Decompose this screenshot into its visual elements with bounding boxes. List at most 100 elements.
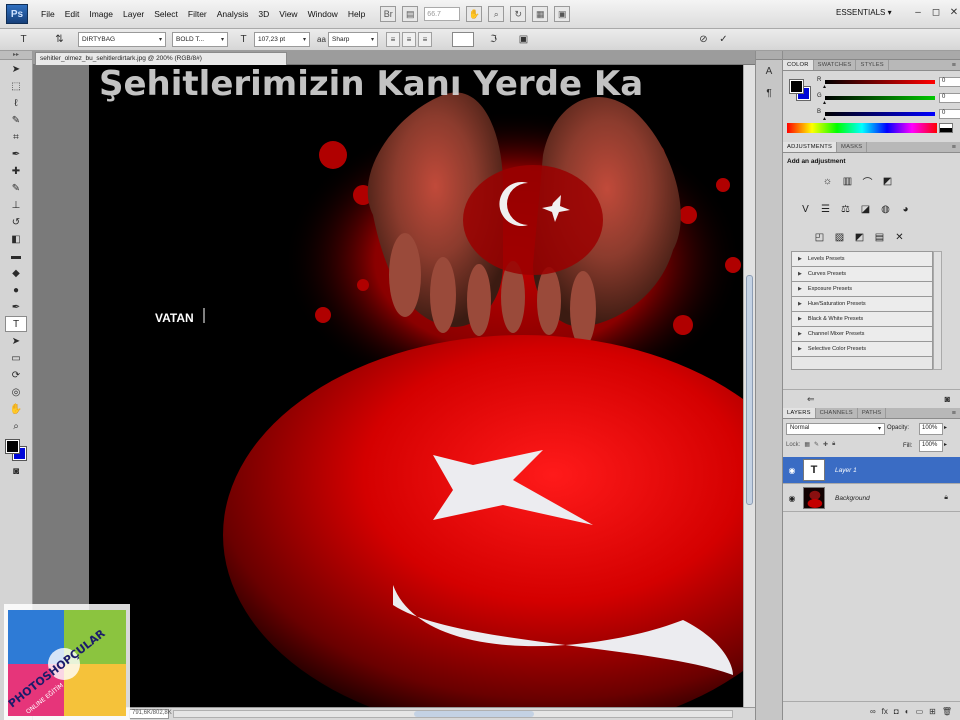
align-right-button[interactable]: ≡ [418,32,432,47]
foreground-color-swatch[interactable] [5,439,20,454]
list-item[interactable]: ▶ Selective Color Presets [792,342,932,357]
eyedropper-tool-icon[interactable]: ✒ [5,146,27,162]
menu-select[interactable]: Select [149,0,183,29]
opacity-slider-icon[interactable]: ▸ [944,424,947,431]
horizontal-scroll-thumb[interactable] [414,711,534,717]
green-value-field[interactable]: 0 [939,93,960,103]
menu-window[interactable]: Window [303,0,343,29]
list-item[interactable]: ▶ Black & White Presets [792,312,932,327]
strip-header[interactable] [756,51,782,60]
menu-3d[interactable]: 3D [253,0,274,29]
selective-color-icon[interactable]: ✕ [891,229,908,245]
link-layers-icon[interactable]: ∞ [870,707,876,716]
pen-tool-icon[interactable]: ✒ [5,299,27,315]
eraser-tool-icon[interactable]: ◧ [5,231,27,247]
panel-menu-icon[interactable]: ≡ [948,142,960,152]
dodge-tool-icon[interactable]: ● [5,282,27,298]
visibility-eye-icon[interactable]: ◉ [783,494,801,503]
brush-tool-icon[interactable]: ✎ [5,180,27,196]
hue-saturation-icon[interactable]: ☰ [817,201,834,217]
lock-image-icon[interactable]: ✎ [814,441,819,448]
panel-menu-icon[interactable]: ≡ [948,408,960,418]
lock-transparent-icon[interactable]: ▦ [804,441,810,448]
levels-icon[interactable]: ▥ [839,173,856,189]
minimize-icon[interactable]: – [912,7,924,18]
black-white-icon[interactable]: ◪ [857,201,874,217]
blue-slider[interactable]: B ▴ 0 [817,109,960,122]
tab-paths[interactable]: PATHS [858,408,887,418]
move-tool-icon[interactable]: ➤ [5,61,27,77]
document-tab[interactable]: sehitler_olmez_bu_sehitlerdirtark.jpg @ … [35,52,287,65]
menu-layer[interactable]: Layer [118,0,149,29]
tab-layers[interactable]: LAYERS [783,408,816,418]
red-knob-icon[interactable]: ▴ [823,83,826,90]
cancel-edits-button[interactable]: ⊘ [696,32,711,47]
green-knob-icon[interactable]: ▴ [823,99,826,106]
tab-channels[interactable]: CHANNELS [816,408,858,418]
3d-rotate-tool-icon[interactable]: ⟳ [5,367,27,383]
document-canvas[interactable]: Şehitlerimizin Kanı Yerde Ka VATAN [33,65,743,707]
list-item[interactable]: ▶ Hue/Saturation Presets [792,297,932,312]
layer-row-layer-1[interactable]: ◉ T Layer 1 [783,457,960,484]
text-orientation-icon[interactable]: ⇅ [52,32,67,47]
hand-tool-icon[interactable]: ✋ [466,6,483,22]
color-spectrum-ramp[interactable] [787,123,953,133]
menu-analysis[interactable]: Analysis [212,0,254,29]
fill-field[interactable]: 100% [919,440,943,452]
clone-stamp-tool-icon[interactable]: ⊥ [5,197,27,213]
warp-text-icon[interactable]: ℑ [486,32,501,47]
layer-name[interactable]: Layer 1 [835,467,857,474]
hand-tool-icon[interactable]: ✋ [5,401,27,417]
antialias-select[interactable]: Sharp ▾ [328,32,378,47]
font-size-select[interactable]: 107,23 pt ▾ [254,32,310,47]
layer-style-icon[interactable]: fx [882,707,888,716]
clip-to-layer-icon[interactable]: ◙ [945,394,950,404]
return-to-list-icon[interactable]: ⇐ [807,394,815,405]
zoom-tool-icon[interactable]: ⌕ [5,418,27,434]
dock-header[interactable] [783,51,960,60]
zoom-tool-icon[interactable]: ⌕ [488,6,505,22]
fill-slider-icon[interactable]: ▸ [944,441,947,448]
vertical-scroll-thumb[interactable] [746,275,753,505]
panel-menu-icon[interactable]: ≡ [948,60,960,70]
tab-adjustments[interactable]: ADJUSTMENTS [783,142,838,152]
text-color-swatch[interactable] [452,32,474,47]
blend-mode-select[interactable]: Normal ▾ [786,423,885,435]
visibility-eye-icon[interactable]: ◉ [783,466,801,475]
new-layer-icon[interactable]: ⊞ [929,707,936,716]
3d-orbit-tool-icon[interactable]: ◎ [5,384,27,400]
lock-position-icon[interactable]: ✚ [823,441,828,448]
horizontal-scrollbar[interactable] [173,710,733,718]
tab-swatches[interactable]: SWATCHES [814,60,857,70]
list-item[interactable]: ▶ Levels Presets [792,252,932,267]
layer-row-background[interactable]: ◉ Background 🔒︎ [783,485,960,512]
delete-layer-icon[interactable]: 🗑︎ [942,707,952,716]
commit-edits-button[interactable]: ✓ [716,32,731,47]
gradient-map-icon[interactable]: ▤ [871,229,888,245]
blue-track[interactable] [825,112,935,116]
quick-selection-tool-icon[interactable]: ✎ [5,112,27,128]
align-left-button[interactable]: ≡ [386,32,400,47]
font-family-select[interactable]: DIRTYBAG ▾ [78,32,166,47]
vertical-scrollbar[interactable] [743,65,755,707]
tab-styles[interactable]: STYLES [856,60,889,70]
color-balance-icon[interactable]: ⚖ [837,201,854,217]
crop-tool-icon[interactable]: ⌗ [5,129,27,145]
caption-text[interactable]: VATAN [155,311,194,325]
posterize-icon[interactable]: ▨ [831,229,848,245]
exposure-icon[interactable]: ◩ [879,173,896,189]
vibrance-icon[interactable]: V [797,201,814,217]
rotate-view-icon[interactable]: ↻ [510,6,527,22]
menu-edit[interactable]: Edit [60,0,85,29]
healing-brush-tool-icon[interactable]: ✚ [5,163,27,179]
workspace-switcher[interactable]: ESSENTIALS ▾ [836,8,892,17]
history-brush-tool-icon[interactable]: ↺ [5,214,27,230]
tab-masks[interactable]: MASKS [837,142,868,152]
opacity-field[interactable]: 100% [919,423,943,435]
red-slider[interactable]: R ▴ 0 [817,77,960,90]
menu-image[interactable]: Image [84,0,118,29]
font-style-select[interactable]: BOLD T... ▾ [172,32,228,47]
presets-scrollbar[interactable] [933,251,942,370]
curves-icon[interactable]: ⌒ [859,173,876,189]
green-track[interactable] [825,96,935,100]
